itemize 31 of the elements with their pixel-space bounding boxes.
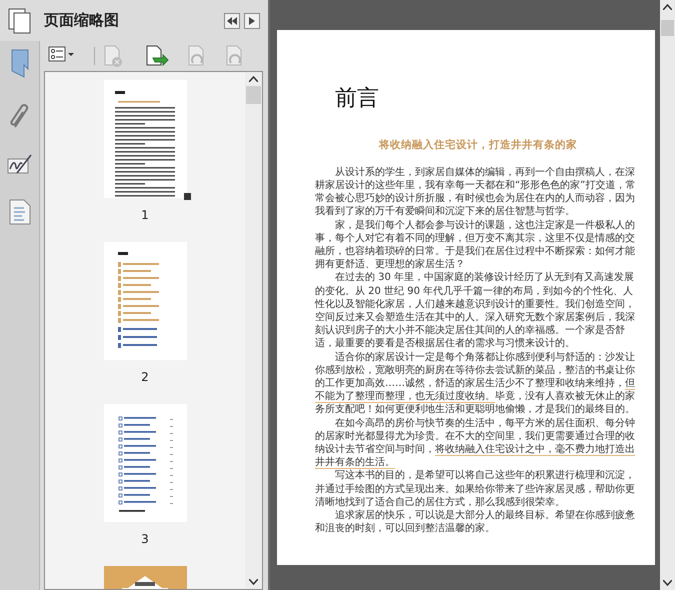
scroll-up-icon[interactable] [663, 4, 672, 10]
page-number: 3 [141, 531, 149, 548]
paperclip-icon[interactable] [8, 103, 30, 129]
paragraph: 从设计系的学生，到家居自媒体的编辑，再到一个自由撰稿人，在深耕家居设计的这些年里，我有幸每一天都在和“形形色色的家”打交道，常常会被心思巧妙的设计所折服，有时候也会为居住在内的人而动容，因为我看到了家的万千有爱瞬间和沉淀下来的居住智慧与哲学。 [315, 166, 636, 219]
collapse-button[interactable] [224, 12, 240, 28]
scrollbar[interactable] [660, 0, 675, 590]
scroll-thumb[interactable] [246, 86, 261, 104]
paragraph: 写这本书的目的，是希望可以将自己这些年的积累进行梳理和沉淀，并通过手绘图的方式呈现出来。如果给你带来了些许家居灵感，帮助你更清晰地找到了适合自己的居住方式，那么我感到很荣幸。 [315, 469, 636, 510]
paragraph: 适合你的家居设计一定是每个角落都让你感到便利与舒适的：沙发让你感到放松，宽敞明亮的厨房在等待你去尝试新的菜品，整洁的书桌让你的工作更加高效……诚然，舒适的家居生活少不了整理和收纳来维持，但不能为了整理而整理，也无须过度收纳。毕竟，没有人喜欢被无休止的家务所支配吧！如何更便利地生活和更聪明地偷懒，才是我们的最终目的。 [315, 350, 636, 417]
paragraph: 追求家居的快乐，可以说是大部分人的最终目标。希望在你感到疲惫和沮丧的时刻，可以回到整洁温馨的家。 [315, 509, 636, 536]
scroll-up-icon[interactable] [249, 76, 258, 82]
page-number: 2 [141, 369, 149, 386]
scroll-thumb[interactable] [661, 20, 674, 36]
scroll-down-icon[interactable] [663, 580, 672, 586]
paragraph: 在如今高昂的房价与快节奏的生活中，每平方米的居住面积、每分钟的居家时光都显得尤为珍贵。在不大的空间里，我们更需要通过合理的收纳设计去节省空间与时间，将收纳融入住宅设计之中，毫不费力地打造出井井有条的生活。 [315, 416, 636, 470]
arrow-right-icon [249, 16, 255, 24]
resize-handle[interactable] [184, 193, 190, 200]
paragraph: 家，是我们每个人都会参与设计的课题，这也注定家是一件极私人的事，每个人对它有着不同的理解，但万变不离其宗，这里不仅是情感的交融所，也容纳着琐碎的日常。于是我们在居住过程中不断探索：如何才能拥有更舒适、更理想的家居生活？ [315, 218, 636, 272]
double-arrow-left-icon [227, 16, 237, 24]
paragraph: 在过去的 30 年里，中国家庭的装修设计经历了从无到有又高速发展的变化。从 20 世纪 90 年代几乎千篇一律的布局，到如今的个性化、人性化以及智能化家居，人们越来越意识到设计的重要性。我们创造空间，空间反过来又会塑造生活在其中的人。深入研究无数个家居案例后，我深刻认识到房子的大小并不能决定居住其间的人的幸福感。一个家是否舒适，最重要的要看是否根据居住者的需求与习惯来设计的。 [315, 271, 636, 351]
panel-title: 页面缩略图 [44, 10, 120, 32]
page-number: 1 [141, 207, 149, 224]
document-heading: 前言 [335, 88, 380, 110]
document-subtitle: 将收纳融入住宅设计，打造井井有条的家 [378, 138, 578, 153]
expand-button[interactable] [244, 12, 260, 28]
document-icon[interactable] [8, 199, 30, 225]
scrollbar[interactable] [245, 72, 262, 589]
pages-icon[interactable] [8, 8, 32, 34]
bookmark-icon[interactable] [10, 49, 30, 79]
signature-icon[interactable] [6, 153, 32, 175]
scroll-down-icon[interactable] [249, 579, 258, 585]
